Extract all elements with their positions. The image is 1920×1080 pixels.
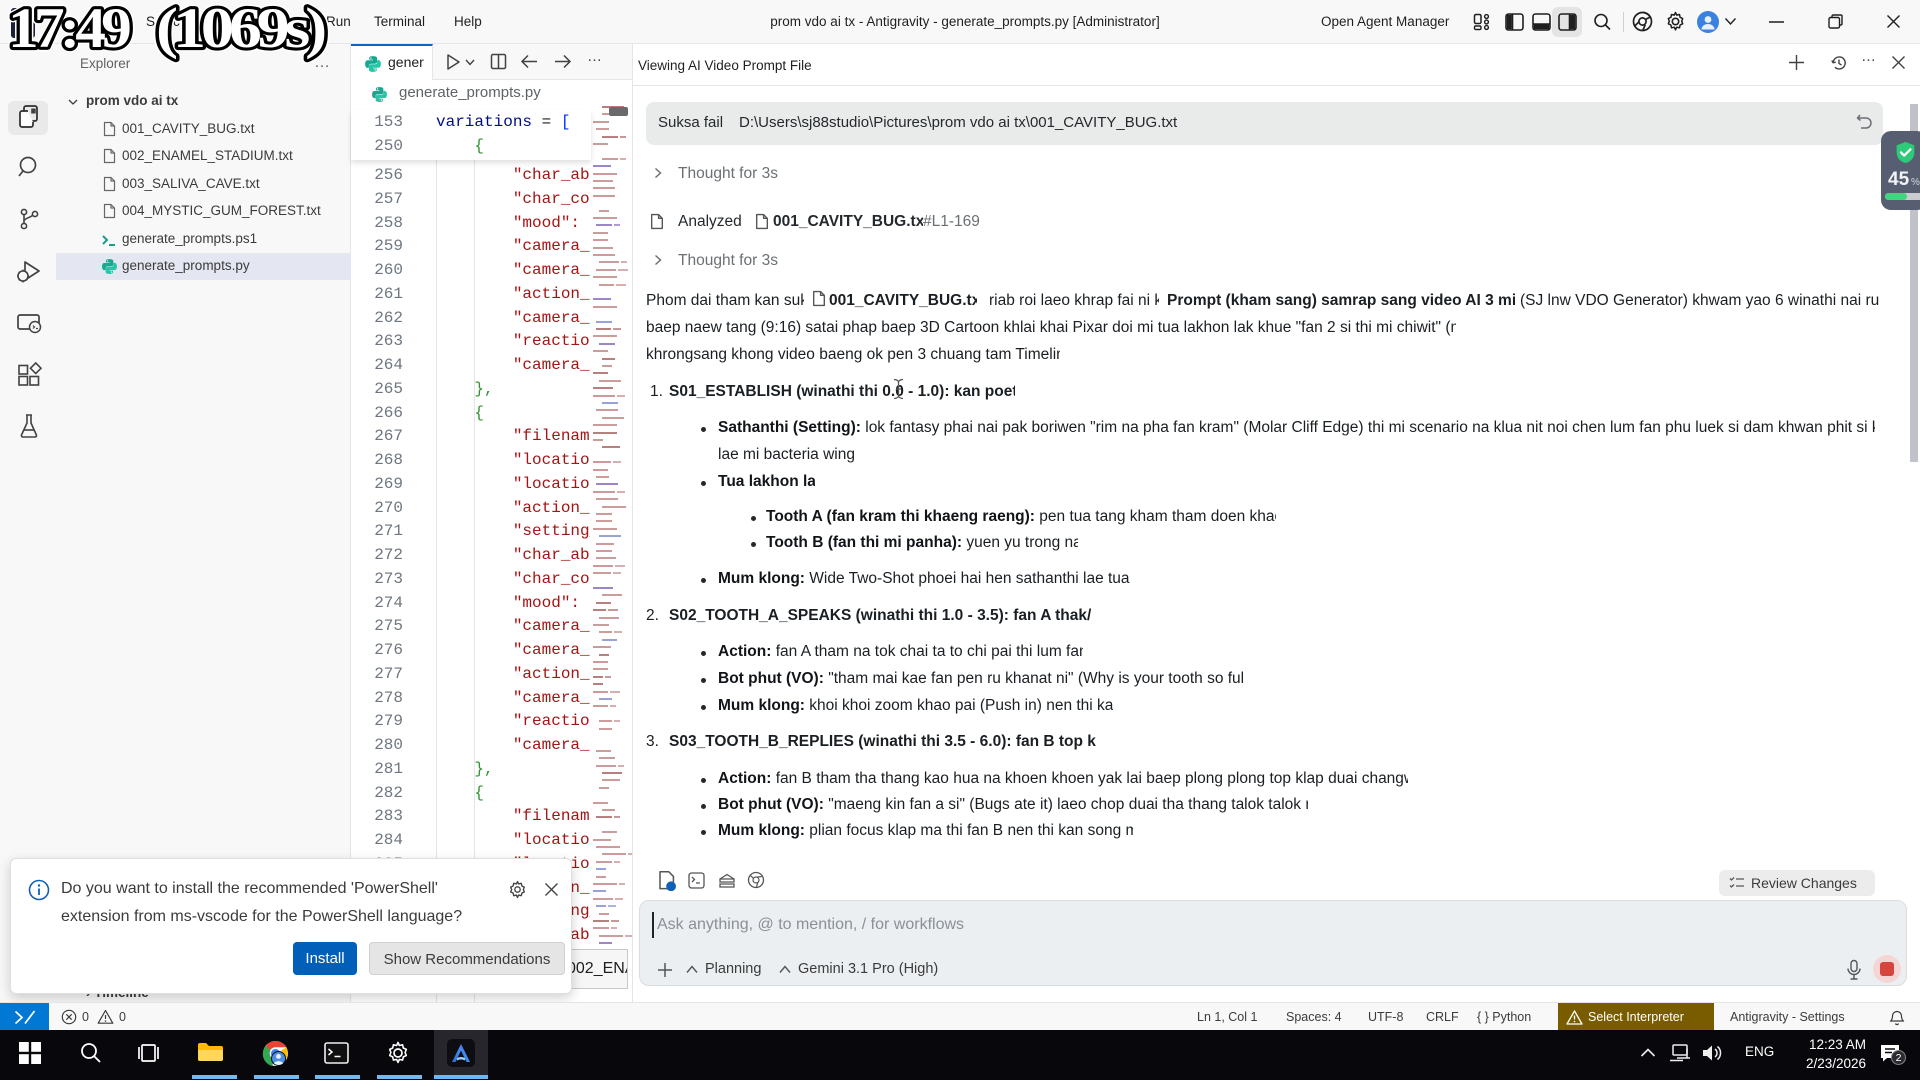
svg-text:17:49: 17:49 <box>8 0 130 60</box>
svg-text:(1069s): (1069s) <box>156 0 325 60</box>
